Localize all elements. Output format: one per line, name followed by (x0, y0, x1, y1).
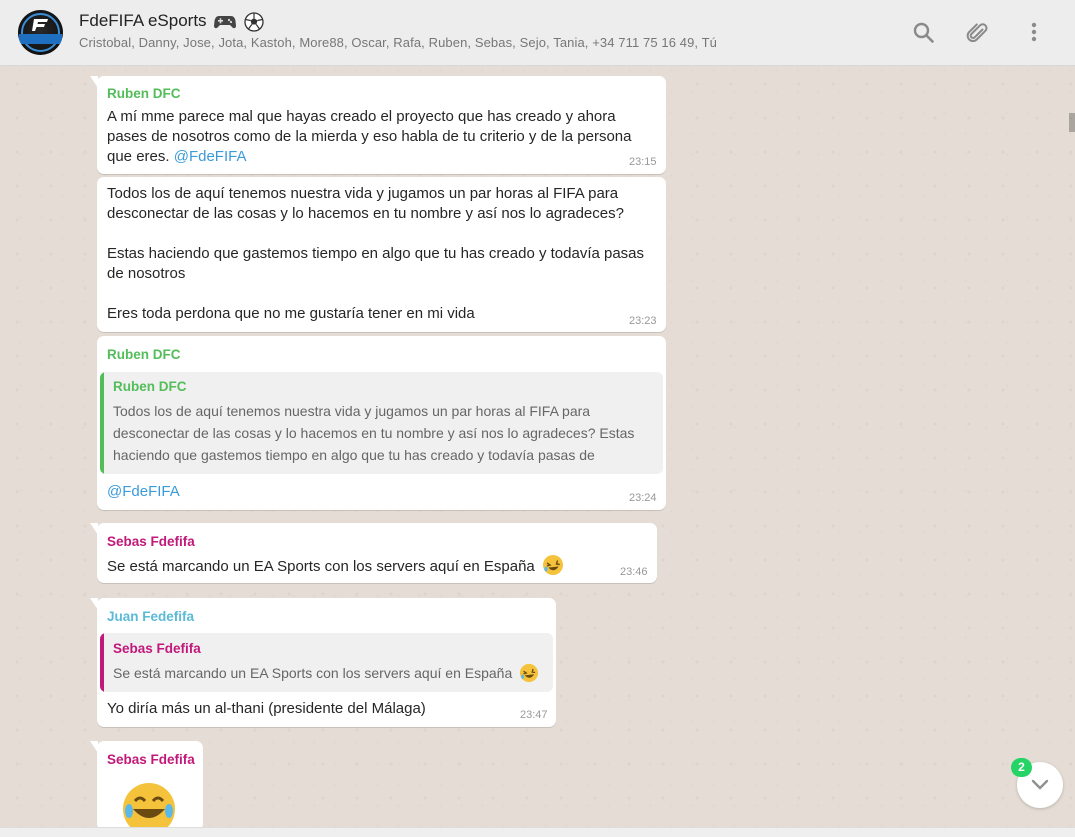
scrollbar-thumb[interactable] (1069, 113, 1075, 132)
mention-link[interactable]: @FdeFIFA (174, 148, 247, 165)
chat-header: FdeFIFA eSports Cristobal, Danny, Jose, … (0, 0, 1075, 66)
quoted-line: Se está marcando un EA Sports con los se… (113, 665, 513, 681)
message-time: 23:24 (629, 492, 657, 504)
rolling-laughing-emoji-icon (542, 555, 563, 575)
group-logo-icon (32, 19, 48, 31)
quoted-message[interactable]: Ruben DFC Todos los de aquí tenemos nues… (100, 372, 663, 474)
message-line: de nosotros (107, 265, 186, 282)
message-bubble[interactable]: Juan Fedefifa Sebas Fdefifa Se está marc… (90, 598, 556, 727)
quoted-text: Se está marcando un EA Sports con los se… (113, 662, 539, 684)
quoted-sender: Ruben DFC (113, 379, 187, 394)
message-bubble[interactable]: Ruben DFC Ruben DFC Todos los de aquí te… (97, 336, 666, 510)
group-title-text: FdeFIFA eSports (79, 11, 207, 30)
message-bubble[interactable]: Ruben DFC A mí mme parece mal que hayas … (90, 76, 666, 174)
quoted-line: haciendo que gastemos tiempo en algo que… (113, 447, 595, 463)
message-line: A mí mme parece mal que hayas creado el … (107, 108, 616, 125)
bubble-tail (90, 523, 98, 535)
rolling-laughing-emoji-icon (520, 663, 539, 683)
message-time: 23:46 (620, 566, 648, 578)
avatar-band (19, 34, 62, 44)
message-line: que eres. @FdeFIFA (107, 147, 631, 167)
message-bubble[interactable]: Todos los de aquí tenemos nuestra vida y… (97, 177, 666, 332)
message-line: pases de nosotros como de la mierda y es… (107, 128, 632, 145)
message-line: Estas haciendo que gastemos tiempo en al… (107, 245, 645, 262)
soccer-ball-icon (244, 11, 264, 32)
message-sender[interactable]: Ruben DFC (107, 86, 181, 101)
bubble-tail (90, 598, 98, 610)
quoted-message[interactable]: Sebas Fdefifa Se está marcando un EA Spo… (100, 633, 553, 692)
bubble-tail (90, 76, 98, 88)
message-line-text: que eres. (107, 148, 174, 165)
header-info[interactable]: FdeFIFA eSports Cristobal, Danny, Jose, … (79, 10, 839, 50)
chevron-down-icon (1031, 779, 1049, 790)
message-sender[interactable]: Sebas Fdefifa (107, 534, 195, 549)
message-time: 23:47 (520, 709, 548, 721)
message-line: Todos los de aquí tenemos nuestra vida y… (107, 185, 619, 202)
gamepad-icon (214, 15, 237, 28)
composer-edge (0, 827, 1075, 837)
message-line-text: Se está marcando un EA Sports con los se… (107, 558, 535, 575)
message-line: desconectar de las cosas y lo hacemos en… (107, 205, 624, 222)
message-text: @FdeFIFA (107, 482, 180, 502)
line-spacer (107, 284, 644, 304)
menu-icon[interactable] (1021, 20, 1047, 46)
quote-bar (100, 372, 104, 474)
message-line: Eres toda perdona que no me gustaría ten… (107, 305, 475, 322)
message-bubble[interactable]: Sebas Fdefifa Se está marcando un EA Spo… (90, 523, 657, 583)
quote-bar (100, 633, 104, 692)
message-sender[interactable]: Ruben DFC (107, 347, 181, 362)
quoted-line: Todos los de aquí tenemos nuestra vida y… (113, 403, 591, 419)
message-time: 23:23 (629, 315, 657, 327)
search-icon[interactable] (911, 20, 937, 46)
bubble-tail (90, 741, 98, 753)
unread-count-badge: 2 (1011, 758, 1032, 777)
message-time: 23:15 (629, 156, 657, 168)
message-sender[interactable]: Sebas Fdefifa (107, 752, 195, 767)
quoted-sender: Sebas Fdefifa (113, 641, 201, 656)
attach-icon[interactable] (965, 20, 991, 46)
group-avatar[interactable] (18, 10, 63, 55)
mention-link[interactable]: @FdeFIFA (107, 483, 180, 500)
message-sender[interactable]: Juan Fedefifa (107, 609, 194, 624)
group-title: FdeFIFA eSports (79, 10, 839, 32)
tears-of-joy-emoji-icon (123, 783, 175, 829)
message-text: Todos los de aquí tenemos nuestra vida y… (107, 184, 644, 324)
line-spacer (107, 224, 644, 244)
message-text: Yo diría más un al-thani (presidente del… (107, 700, 426, 717)
participants-list: Cristobal, Danny, Jose, Jota, Kastoh, Mo… (79, 35, 717, 50)
quoted-text: Todos los de aquí tenemos nuestra vida y… (113, 400, 634, 466)
message-text: Se está marcando un EA Sports con los se… (107, 554, 564, 577)
message-bubble[interactable]: Sebas Fdefifa (90, 741, 203, 831)
quoted-line: desconectar de las cosas y lo hacemos en… (113, 425, 635, 441)
message-text: A mí mme parece mal que hayas creado el … (107, 107, 631, 167)
